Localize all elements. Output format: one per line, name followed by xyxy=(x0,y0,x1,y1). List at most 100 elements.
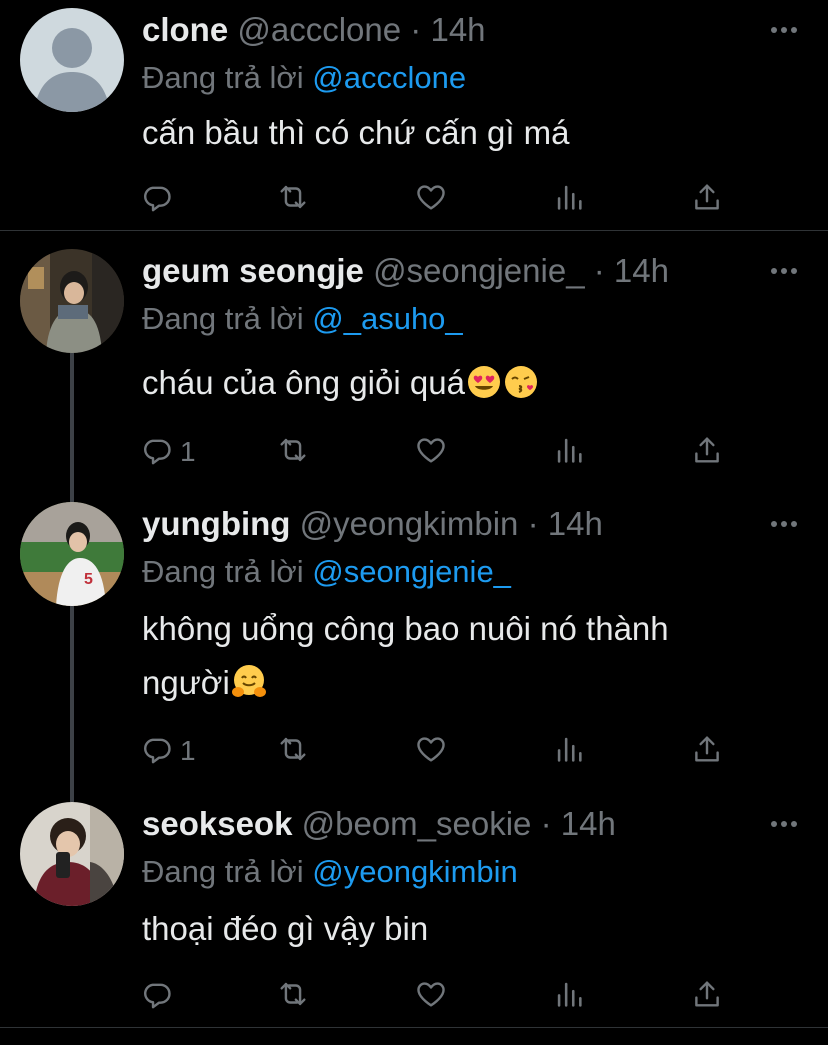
share-icon xyxy=(690,977,724,1016)
retweet-icon xyxy=(276,977,310,1016)
reply-button[interactable] xyxy=(140,976,180,1016)
retweet-button[interactable] xyxy=(276,976,310,1016)
avatar-yungbing[interactable]: 5 xyxy=(20,502,124,606)
analytics-icon xyxy=(552,433,586,472)
user-name[interactable]: geum seongje xyxy=(142,252,364,289)
like-button[interactable] xyxy=(414,976,448,1016)
reply-mention-link[interactable]: @accclone xyxy=(312,60,466,95)
tweet-header: seokseok @beom_seokie · 14h xyxy=(142,802,768,846)
reply-button[interactable] xyxy=(140,179,180,219)
like-button[interactable] xyxy=(414,432,448,472)
tweet-text-content: cháu của ông giỏi quá xyxy=(142,364,465,401)
tweet-text-content: người xyxy=(142,664,230,701)
replying-to: Đang trả lời @yeongkimbin xyxy=(142,852,518,892)
tweet-text: thoại đéo gì vậy bin xyxy=(142,910,429,947)
user-name[interactable]: seokseok xyxy=(142,805,292,842)
tweet-text: cháu của ông giỏi quá xyxy=(142,356,788,410)
heart-eyes-emoji xyxy=(466,362,502,398)
more-options-icon[interactable] xyxy=(768,812,800,836)
reply-button[interactable]: 1 xyxy=(140,731,196,771)
more-options-icon[interactable] xyxy=(768,259,800,283)
timestamp[interactable]: 14h xyxy=(561,805,616,842)
user-name[interactable]: clone xyxy=(142,11,228,48)
share-button[interactable] xyxy=(690,179,724,219)
more-options-icon[interactable] xyxy=(768,18,800,42)
retweet-icon xyxy=(276,433,310,472)
analytics-icon xyxy=(552,977,586,1016)
tweet-text-line: người xyxy=(142,656,788,710)
replying-label: Đang trả lời xyxy=(142,301,304,336)
replying-to: Đang trả lời @seongjenie_ xyxy=(142,552,511,592)
share-button[interactable] xyxy=(690,976,724,1016)
share-button[interactable] xyxy=(690,432,724,472)
analytics-icon xyxy=(552,180,586,219)
timestamp[interactable]: 14h xyxy=(548,505,603,542)
share-icon xyxy=(690,732,724,771)
separator-dot: · xyxy=(540,805,552,842)
reply-icon xyxy=(140,433,174,472)
like-button[interactable] xyxy=(414,731,448,771)
avatar-seokseok[interactable] xyxy=(20,802,124,906)
retweet-button[interactable] xyxy=(276,731,310,771)
reply-icon xyxy=(140,732,174,771)
tweet-text: cấn bầu thì có chứ cấn gì má xyxy=(142,114,570,151)
user-handle[interactable]: @accclone xyxy=(237,11,401,48)
reply-icon xyxy=(140,977,174,1016)
share-icon xyxy=(690,180,724,219)
analytics-button[interactable] xyxy=(552,432,586,472)
share-button[interactable] xyxy=(690,731,724,771)
more-options-icon[interactable] xyxy=(768,512,800,536)
reply-count: 1 xyxy=(180,436,196,467)
timestamp[interactable]: 14h xyxy=(614,252,669,289)
replying-to: Đang trả lời @_asuho_ xyxy=(142,299,463,339)
user-handle[interactable]: @beom_seokie xyxy=(302,805,532,842)
user-name[interactable]: yungbing xyxy=(142,505,290,542)
avatar-geum-seongje[interactable] xyxy=(20,249,124,353)
tweet-header: geum seongje @seongjenie_ · 14h xyxy=(142,249,768,293)
reply-count: 1 xyxy=(180,735,196,766)
separator-dot: · xyxy=(410,11,422,48)
retweet-button[interactable] xyxy=(276,179,310,219)
reply-mention-link[interactable]: @_asuho_ xyxy=(312,301,462,336)
user-handle[interactable]: @yeongkimbin xyxy=(300,505,519,542)
tweet-actions xyxy=(140,976,730,1016)
like-button[interactable] xyxy=(414,179,448,219)
svg-text:5: 5 xyxy=(84,571,93,588)
user-handle[interactable]: @seongjenie_ xyxy=(373,252,585,289)
separator-dot: · xyxy=(527,505,539,542)
retweet-button[interactable] xyxy=(276,432,310,472)
retweet-icon xyxy=(276,180,310,219)
heart-icon xyxy=(414,180,448,219)
reply-mention-link[interactable]: @seongjenie_ xyxy=(312,554,511,589)
hugging-face-emoji xyxy=(231,662,267,698)
analytics-button[interactable] xyxy=(552,179,586,219)
share-icon xyxy=(690,433,724,472)
avatar-default[interactable] xyxy=(20,8,124,112)
reply-icon xyxy=(140,180,174,219)
tweet-text: không uổng công bao nuôi nó thành người xyxy=(142,602,788,710)
reply-mention-link[interactable]: @yeongkimbin xyxy=(312,854,518,889)
replying-label: Đang trả lời xyxy=(142,60,304,95)
replying-to: Đang trả lời @accclone xyxy=(142,58,466,98)
retweet-icon xyxy=(276,732,310,771)
analytics-button[interactable] xyxy=(552,731,586,771)
kissing-heart-emoji xyxy=(503,362,539,398)
tweet-text-line: không uổng công bao nuôi nó thành xyxy=(142,610,669,647)
analytics-button[interactable] xyxy=(552,976,586,1016)
tweet-actions: 1 xyxy=(140,432,730,472)
tweet-header: yungbing @yeongkimbin · 14h xyxy=(142,502,768,546)
heart-icon xyxy=(414,732,448,771)
divider xyxy=(0,230,828,231)
tweet-actions xyxy=(140,179,730,219)
replying-label: Đang trả lời xyxy=(142,854,304,889)
analytics-icon xyxy=(552,732,586,771)
reply-button[interactable]: 1 xyxy=(140,432,196,472)
heart-icon xyxy=(414,977,448,1016)
tweet-actions: 1 xyxy=(140,731,730,771)
separator-dot: · xyxy=(593,252,605,289)
tweet-header: clone @accclone · 14h xyxy=(142,8,768,52)
timestamp[interactable]: 14h xyxy=(430,11,485,48)
replying-label: Đang trả lời xyxy=(142,554,304,589)
heart-icon xyxy=(414,433,448,472)
divider xyxy=(0,1027,828,1028)
